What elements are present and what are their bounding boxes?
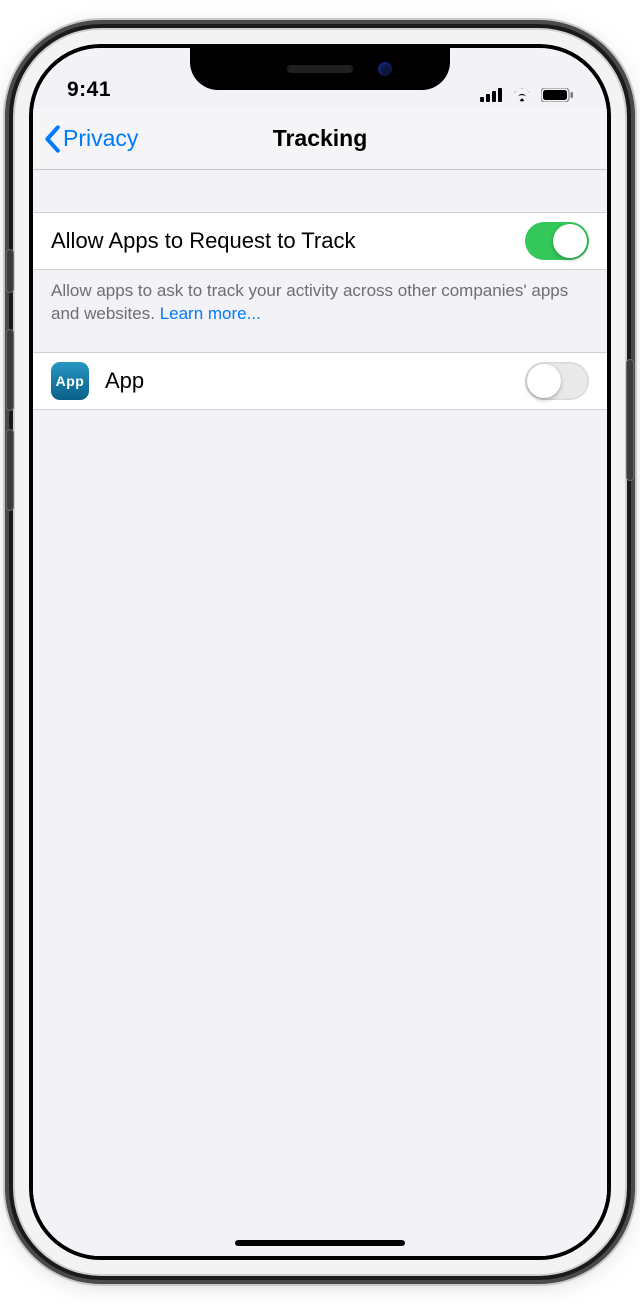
volume-down-button: [7, 430, 13, 510]
app-row: App App: [33, 352, 607, 410]
side-button: [627, 360, 633, 480]
status-icons: [480, 87, 573, 102]
chevron-left-icon: [43, 125, 61, 153]
notch: [190, 48, 450, 90]
allow-apps-to-request-label: Allow Apps to Request to Track: [51, 228, 525, 254]
battery-icon: [541, 88, 573, 102]
home-indicator[interactable]: [235, 1240, 405, 1246]
volume-up-button: [7, 330, 13, 410]
wifi-icon: [511, 87, 533, 102]
ring-silent-switch: [7, 250, 13, 292]
app-tracking-toggle[interactable]: [525, 362, 589, 400]
allow-apps-to-request-row: Allow Apps to Request to Track: [33, 212, 607, 270]
learn-more-link[interactable]: Learn more...: [160, 304, 261, 323]
app-label: App: [105, 368, 525, 394]
nav-bar: Privacy Tracking: [33, 108, 607, 170]
front-camera: [378, 62, 392, 76]
back-button[interactable]: Privacy: [43, 108, 138, 169]
iphone-device-frame: 9:41 Privacy Tracking Allow Apps to Requ…: [15, 30, 625, 1274]
status-time: 9:41: [67, 78, 111, 102]
section-footer: Allow apps to ask to track your activity…: [33, 270, 607, 326]
cellular-icon: [480, 88, 503, 102]
section-footer-text: Allow apps to ask to track your activity…: [51, 281, 568, 323]
page-title: Tracking: [273, 125, 368, 152]
earpiece-speaker: [287, 65, 353, 73]
back-label: Privacy: [63, 125, 138, 152]
app-icon: App: [51, 362, 89, 400]
screen: 9:41 Privacy Tracking Allow Apps to Requ…: [33, 48, 607, 1256]
allow-apps-to-request-toggle[interactable]: [525, 222, 589, 260]
settings-content: Allow Apps to Request to Track Allow app…: [33, 170, 607, 1256]
